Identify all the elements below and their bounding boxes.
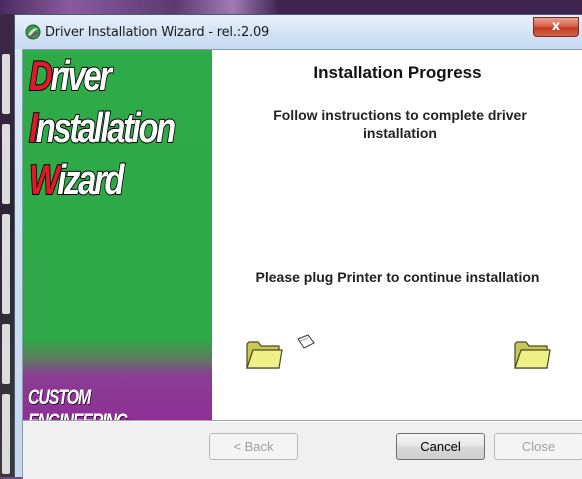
cancel-button[interactable]: Cancel (396, 433, 485, 460)
status-message: Please plug Printer to continue installa… (255, 269, 540, 285)
close-button[interactable]: Close (494, 433, 582, 460)
app-icon (25, 24, 41, 40)
desktop-background-top (0, 0, 582, 14)
instructions-text: Follow instructions to complete driver i… (273, 107, 527, 141)
destination-folder-icon (514, 341, 551, 369)
flying-paper-icon (297, 334, 315, 349)
close-window-button[interactable]: x (533, 17, 579, 37)
banner-word-installation: Installation (28, 103, 177, 152)
banner-word-driver: Driver (28, 51, 113, 100)
side-banner: Driver Installation Wizard CUSTOM ENGINE… (23, 50, 212, 433)
window-title: Driver Installation Wizard - rel.:2.09 (45, 25, 270, 40)
desktop-background-left (0, 14, 14, 477)
back-button[interactable]: < Back (209, 433, 298, 460)
source-folder-icon (246, 341, 283, 369)
title-bar[interactable]: Driver Installation Wizard - rel.:2.09 x (15, 15, 582, 49)
wizard-client-area: Driver Installation Wizard CUSTOM ENGINE… (22, 49, 582, 479)
button-bar: < Back Cancel Close (23, 422, 582, 479)
page-title: Installation Progress (313, 63, 482, 82)
banner-word-wizard: Wizard (28, 155, 125, 204)
wizard-window: Driver Installation Wizard - rel.:2.09 x… (14, 14, 582, 479)
close-icon: x (551, 19, 561, 34)
